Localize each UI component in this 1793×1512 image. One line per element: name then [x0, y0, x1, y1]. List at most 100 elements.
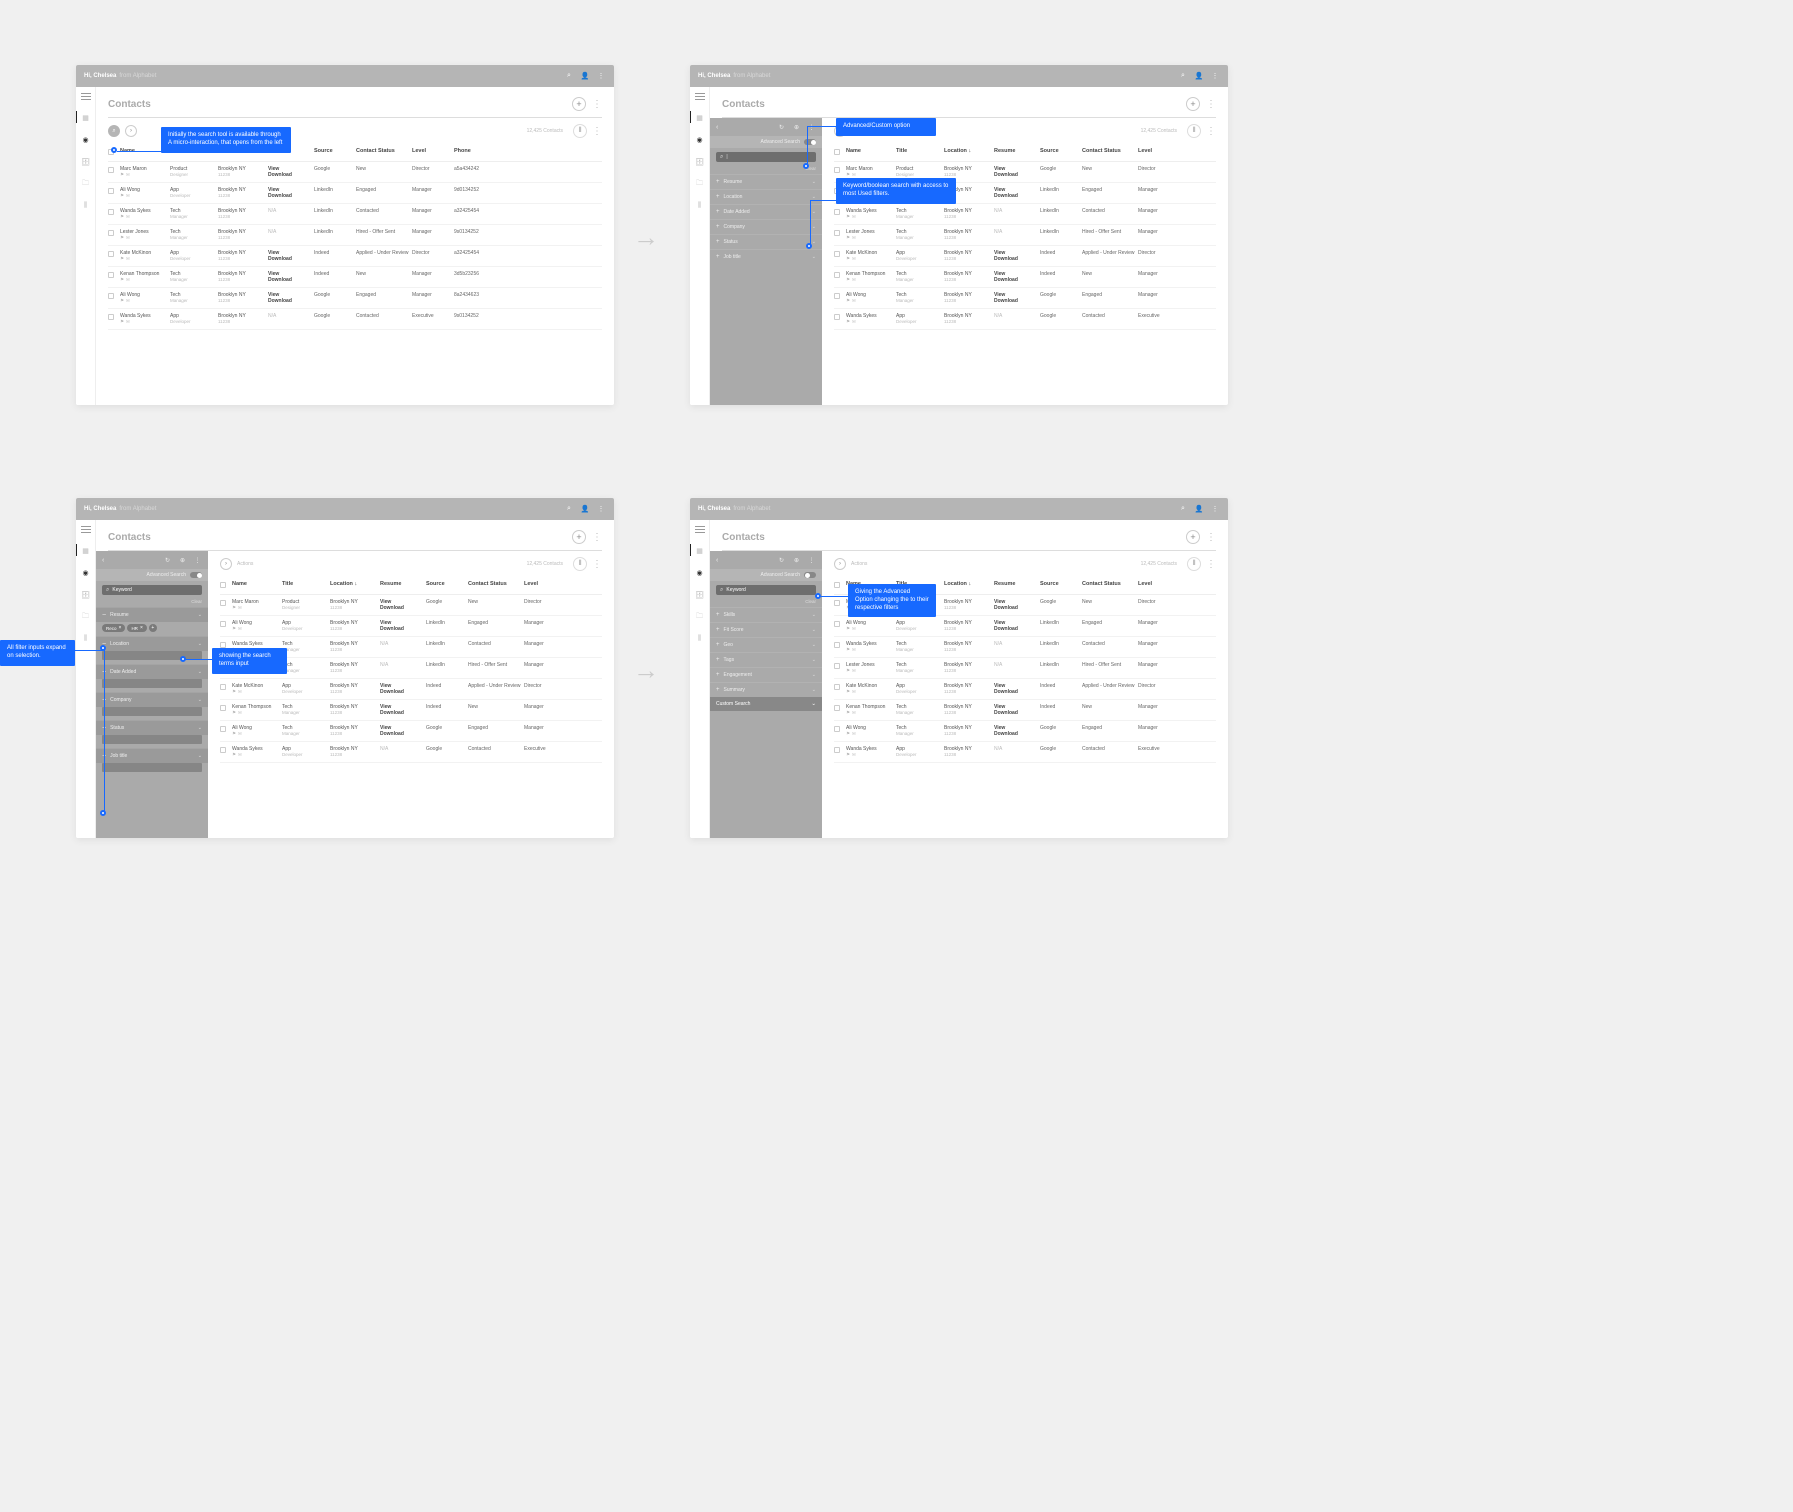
chip[interactable]: Reco × — [102, 624, 125, 632]
row-checkbox[interactable] — [834, 663, 840, 669]
nav-contacts-icon[interactable]: ◉ — [695, 568, 705, 578]
chip-add-button[interactable]: + — [149, 624, 157, 632]
table-row[interactable]: Ali Wong⚑✉ AppDeveloper Brooklyn NY11238… — [220, 616, 602, 637]
filter-row[interactable]: +Date Added⌄ — [710, 204, 822, 219]
table-row[interactable]: Ali Wong⚑✉ AppDeveloper Brooklyn NY11238… — [834, 616, 1216, 637]
user-icon[interactable]: 👤 — [580, 504, 590, 514]
advanced-toggle[interactable] — [804, 139, 816, 145]
filter-row[interactable]: −Company⌄ — [96, 692, 208, 707]
table-row[interactable]: Kate McKinon⚑✉ AppDeveloper Brooklyn NY1… — [108, 246, 602, 267]
advanced-toggle[interactable] — [190, 572, 202, 578]
col-phone[interactable]: Phone — [454, 148, 502, 157]
zoom-icon[interactable]: ⊕ — [178, 556, 187, 565]
table-row[interactable]: Ali Wong⚑✉ TechManager Brooklyn NY11238 … — [220, 721, 602, 742]
nav-briefcase-icon[interactable]: 🗄 — [81, 157, 91, 167]
nav-dashboard-icon[interactable]: ▦ — [81, 113, 91, 123]
nav-analytics-icon[interactable]: ⫼ — [695, 201, 705, 211]
filter-input[interactable] — [102, 763, 202, 772]
filter-row[interactable]: +Location⌄ — [710, 189, 822, 204]
nav-dashboard-icon[interactable]: ▦ — [695, 113, 705, 123]
chip-close-icon[interactable]: × — [140, 625, 143, 631]
search-icon[interactable]: ⌕ — [564, 504, 574, 514]
clear-link[interactable]: Clear — [710, 599, 822, 607]
row-checkbox[interactable] — [834, 230, 840, 236]
nav-folder-icon[interactable]: 🗀 — [81, 612, 91, 622]
subbar-more-icon[interactable]: ⋮ — [1206, 126, 1216, 137]
table-row[interactable]: Marc Maron⚑✉ ProductDesigner Brooklyn NY… — [220, 595, 602, 616]
more-icon[interactable]: ⋮ — [596, 504, 606, 514]
table-row[interactable]: Kate McKinon⚑✉ AppDeveloper Brooklyn NY1… — [834, 246, 1216, 267]
panel-more-icon[interactable]: ⋮ — [193, 556, 202, 565]
filter-input[interactable] — [102, 679, 202, 688]
custom-search-row[interactable]: Custom Search⌄ — [710, 697, 822, 711]
table-row[interactable]: Kenan Thompson⚑✉ TechManager Brooklyn NY… — [220, 700, 602, 721]
user-icon[interactable]: 👤 — [1194, 504, 1204, 514]
row-checkbox[interactable] — [220, 600, 226, 606]
row-checkbox[interactable] — [108, 314, 114, 320]
row-checkbox[interactable] — [834, 642, 840, 648]
row-checkbox[interactable] — [220, 705, 226, 711]
panel-back-icon[interactable]: ‹ — [716, 124, 718, 131]
row-checkbox[interactable] — [220, 684, 226, 690]
filter-row[interactable]: +Fit Score⌄ — [710, 622, 822, 637]
subbar-more-icon[interactable]: ⋮ — [592, 126, 602, 137]
row-checkbox[interactable] — [108, 209, 114, 215]
filter-row[interactable]: −Location⌄ — [96, 636, 208, 651]
filter-input[interactable] — [102, 735, 202, 744]
filter-input[interactable] — [102, 707, 202, 716]
select-all-checkbox[interactable] — [834, 149, 840, 155]
collapse-panel-button[interactable]: › — [834, 558, 846, 570]
row-checkbox[interactable] — [834, 747, 840, 753]
row-checkbox[interactable] — [220, 726, 226, 732]
zoom-icon[interactable]: ⊕ — [792, 123, 801, 132]
filter-row[interactable]: +Tags⌄ — [710, 652, 822, 667]
nav-folder-icon[interactable]: 🗀 — [695, 179, 705, 189]
table-row[interactable]: Ali Wong⚑✉ TechManager Brooklyn NY11238 … — [834, 721, 1216, 742]
row-checkbox[interactable] — [108, 188, 114, 194]
nav-dashboard-icon[interactable]: ▦ — [81, 546, 91, 556]
row-checkbox[interactable] — [834, 705, 840, 711]
chip-close-icon[interactable]: × — [119, 625, 122, 631]
row-checkbox[interactable] — [220, 621, 226, 627]
col-source[interactable]: Source — [314, 148, 356, 157]
add-button[interactable]: + — [572, 97, 586, 111]
panel-more-icon[interactable]: ⋮ — [807, 123, 816, 132]
nav-contacts-icon[interactable]: ◉ — [81, 135, 91, 145]
row-checkbox[interactable] — [834, 209, 840, 215]
col-status[interactable]: Contact Status — [356, 148, 412, 157]
filter-row[interactable]: +Geo⌄ — [710, 637, 822, 652]
panel-back-icon[interactable]: ‹ — [716, 557, 718, 564]
table-row[interactable]: Lester Jones⚑✉ TechManager Brooklyn NY11… — [108, 225, 602, 246]
user-icon[interactable]: 👤 — [1194, 71, 1204, 81]
search-expand-button[interactable]: › — [125, 125, 137, 137]
search-input[interactable]: ⌕| — [716, 152, 816, 162]
columns-icon[interactable]: ⦀ — [573, 124, 587, 138]
row-checkbox[interactable] — [834, 600, 840, 606]
table-row[interactable]: Wanda Sykes⚑✉ AppDeveloper Brooklyn NY11… — [108, 309, 602, 330]
nav-analytics-icon[interactable]: ⫼ — [81, 201, 91, 211]
filter-row[interactable]: +Resume⌄ — [710, 174, 822, 189]
filter-row[interactable]: −Date Added⌄ — [96, 664, 208, 679]
nav-contacts-icon[interactable]: ◉ — [81, 568, 91, 578]
table-row[interactable]: Wanda Sykes⚑✉ TechManager Brooklyn NY112… — [834, 637, 1216, 658]
history-icon[interactable]: ↻ — [163, 556, 172, 565]
search-open-button[interactable]: ⌕ — [108, 125, 120, 137]
search-icon[interactable]: ⌕ — [1178, 504, 1188, 514]
nav-briefcase-icon[interactable]: 🗄 — [81, 590, 91, 600]
row-checkbox[interactable] — [108, 272, 114, 278]
nav-briefcase-icon[interactable]: 🗄 — [695, 157, 705, 167]
table-row[interactable]: Ali Wong⚑✉ TechManager Brooklyn NY11238 … — [108, 288, 602, 309]
filter-row[interactable]: −Status⌄ — [96, 720, 208, 735]
page-more-icon[interactable]: ⋮ — [1206, 99, 1216, 110]
table-row[interactable]: Wanda Sykes⚑✉ TechManager Brooklyn NY112… — [834, 204, 1216, 225]
table-row[interactable]: Lester Jones⚑✉ TechManager Brooklyn NY11… — [834, 225, 1216, 246]
nav-analytics-icon[interactable]: ⫼ — [81, 634, 91, 644]
columns-icon[interactable]: ⦀ — [1187, 124, 1201, 138]
add-button[interactable]: + — [1186, 97, 1200, 111]
add-button[interactable]: + — [572, 530, 586, 544]
columns-icon[interactable]: ⦀ — [1187, 557, 1201, 571]
filter-row[interactable]: +Company⌄ — [710, 219, 822, 234]
table-row[interactable]: Kate McKinon⚑✉ AppDeveloper Brooklyn NY1… — [220, 679, 602, 700]
history-icon[interactable]: ↻ — [777, 123, 786, 132]
menu-icon[interactable] — [695, 93, 705, 101]
